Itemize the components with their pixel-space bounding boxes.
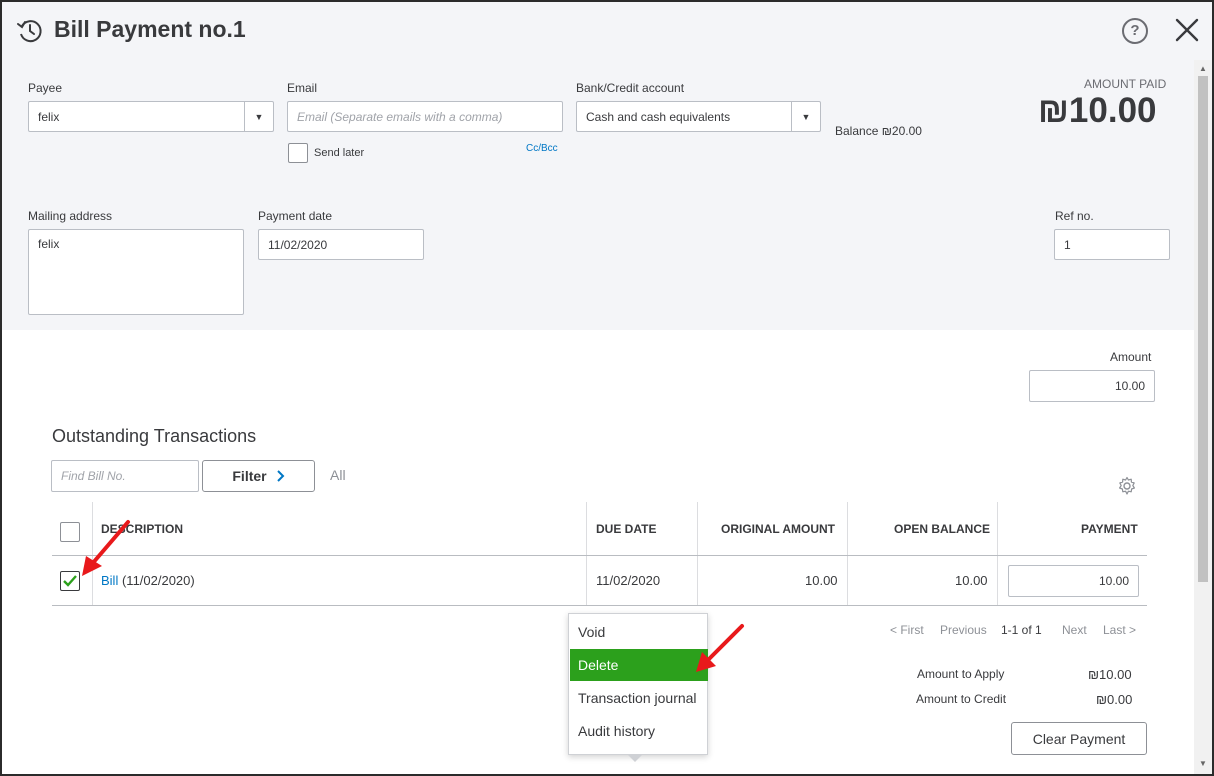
amount-to-credit-label: Amount to Credit <box>916 692 1007 706</box>
mailing-address-field[interactable]: felix <box>28 229 244 315</box>
row-divider <box>52 605 1147 606</box>
menu-item-audit-history[interactable]: Audit history <box>570 715 708 747</box>
column-divider <box>847 502 848 606</box>
scroll-thumb[interactable] <box>1198 76 1208 582</box>
amount-paid-value: ₪10.00 <box>1038 91 1157 130</box>
close-icon[interactable] <box>1172 15 1202 45</box>
help-icon[interactable]: ? <box>1122 18 1148 44</box>
filter-button[interactable]: Filter <box>202 460 315 492</box>
pagination-next[interactable]: Next <box>1062 623 1087 637</box>
pagination-range: 1-1 of 1 <box>1001 623 1042 637</box>
gear-icon[interactable] <box>1117 476 1137 496</box>
column-divider <box>697 502 698 606</box>
payee-value: felix <box>38 109 60 124</box>
send-later-label: Send later <box>314 147 365 159</box>
annotation-arrow-icon <box>696 624 744 672</box>
pagination-previous[interactable]: Previous <box>940 623 987 637</box>
amount-to-apply-value: ₪10.00 <box>1088 667 1132 682</box>
bank-account-value: Cash and cash equivalents <box>586 109 731 124</box>
chevron-right-icon <box>276 470 285 482</box>
payee-label: Payee <box>28 81 63 95</box>
scrollbar[interactable]: ▲ ▼ <box>1194 60 1212 774</box>
chevron-down-icon[interactable]: ▼ <box>244 102 273 131</box>
column-header-open-balance[interactable]: OPEN BALANCE <box>894 522 990 536</box>
row-checkbox[interactable] <box>60 571 80 591</box>
amount-field[interactable]: 10.00 <box>1029 370 1155 402</box>
amount-value: 10.00 <box>1114 379 1145 393</box>
page-title: Bill Payment no.1 <box>54 16 246 42</box>
ref-no-label: Ref no. <box>1055 209 1094 223</box>
amount-to-credit-value: ₪0.00 <box>1096 692 1133 707</box>
find-bill-placeholder: Find Bill No. <box>61 469 126 483</box>
amount-paid-label: AMOUNT PAID <box>1084 77 1167 91</box>
column-divider <box>997 502 998 606</box>
scroll-down-icon[interactable]: ▼ <box>1199 759 1207 768</box>
row-due-date: 11/02/2020 <box>596 573 661 588</box>
outstanding-title: Outstanding Transactions <box>52 426 257 446</box>
menu-pointer <box>627 754 643 762</box>
find-bill-input[interactable]: Find Bill No. <box>51 460 199 492</box>
menu-item-void[interactable]: Void <box>570 616 708 648</box>
payment-date-label: Payment date <box>258 209 333 223</box>
column-header-original-amount[interactable]: ORIGINAL AMOUNT <box>721 522 835 536</box>
column-header-due-date[interactable]: DUE DATE <box>596 522 656 536</box>
email-placeholder: Email (Separate emails with a comma) <box>297 109 503 124</box>
checkmark-icon <box>63 575 77 587</box>
payee-select[interactable]: felix ▼ <box>28 101 274 132</box>
annotation-arrow-icon <box>82 520 130 576</box>
row-open-balance: 10.00 <box>955 573 988 588</box>
select-all-checkbox[interactable] <box>60 522 80 542</box>
send-later-checkbox[interactable] <box>288 143 308 163</box>
row-original-amount: 10.00 <box>805 573 838 588</box>
amount-label: Amount <box>1110 350 1152 364</box>
menu-item-delete[interactable]: Delete <box>570 649 708 681</box>
email-label: Email <box>287 81 318 95</box>
email-field[interactable]: Email (Separate emails with a comma) <box>287 101 563 132</box>
column-header-payment[interactable]: PAYMENT <box>1081 522 1138 536</box>
payment-date-value: 11/02/2020 <box>268 237 328 252</box>
pagination-last[interactable]: Last > <box>1103 623 1136 637</box>
column-divider <box>586 502 587 606</box>
bank-balance: Balance ₪20.00 <box>835 124 922 138</box>
row-payment-value: 10.00 <box>1098 574 1129 588</box>
clear-payment-button[interactable]: Clear Payment <box>1011 722 1147 755</box>
header-divider <box>52 555 1147 556</box>
filter-value: All <box>330 467 346 483</box>
mailing-address-value: felix <box>38 237 60 251</box>
header: Bill Payment no.1 ? <box>2 2 1212 60</box>
scroll-up-icon[interactable]: ▲ <box>1199 64 1207 73</box>
cc-bcc-link[interactable]: Cc/Bcc <box>526 143 558 154</box>
history-icon[interactable] <box>16 17 44 45</box>
menu-item-transaction-journal[interactable]: Transaction journal <box>570 682 708 714</box>
mailing-address-label: Mailing address <box>28 209 113 223</box>
bank-label: Bank/Credit account <box>576 81 685 95</box>
context-menu: Void Delete Transaction journal Audit hi… <box>568 613 708 755</box>
ref-no-value: 1 <box>1064 237 1071 252</box>
form-section: Payee felix ▼ Email Email (Separate emai… <box>2 60 1194 330</box>
amount-to-apply-label: Amount to Apply <box>917 667 1005 681</box>
ref-no-field[interactable]: 1 <box>1054 229 1170 260</box>
bill-payment-window: Bill Payment no.1 ? Payee felix ▼ Email … <box>0 0 1214 776</box>
row-payment-field[interactable]: 10.00 <box>1008 565 1139 597</box>
bank-account-select[interactable]: Cash and cash equivalents ▼ <box>576 101 821 132</box>
filter-label: Filter <box>232 468 267 484</box>
chevron-down-icon[interactable]: ▼ <box>791 102 820 131</box>
payment-date-field[interactable]: 11/02/2020 <box>258 229 424 260</box>
pagination-first[interactable]: < First <box>890 623 924 637</box>
